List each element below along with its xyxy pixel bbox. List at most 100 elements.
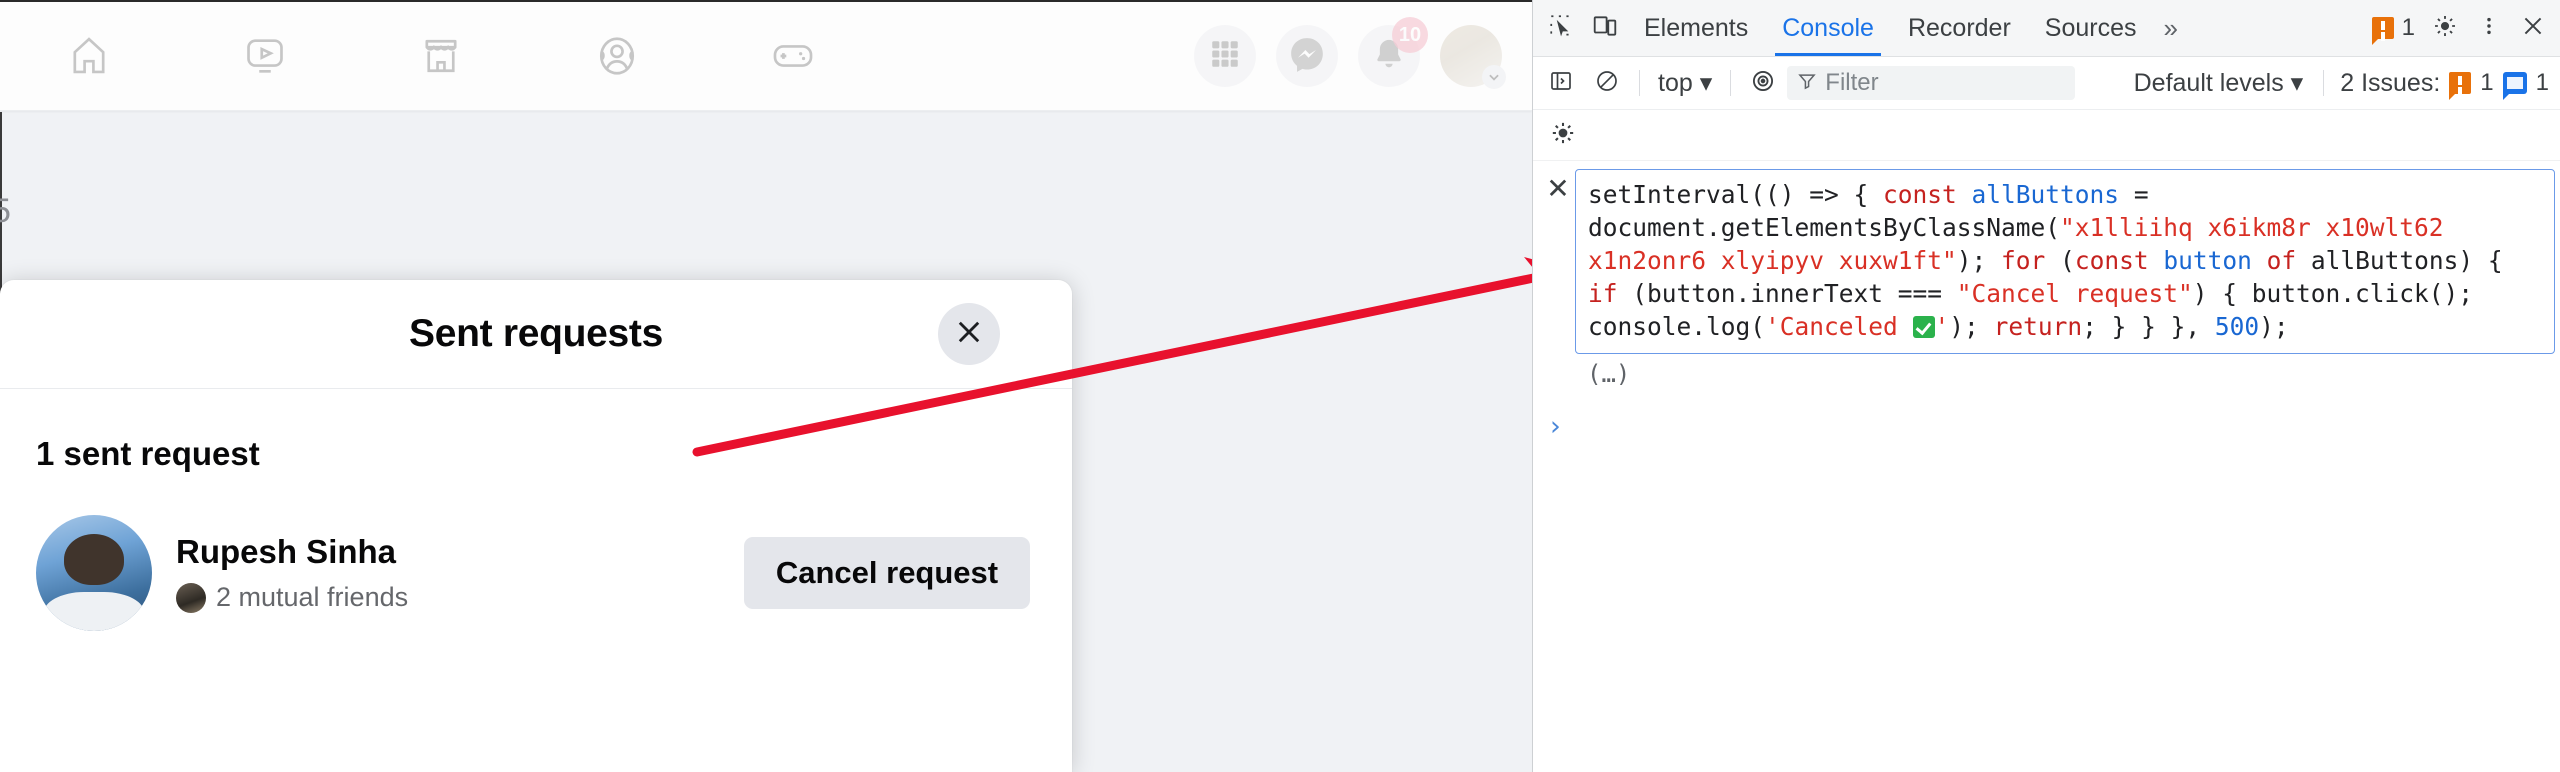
check-mark-emoji [1912, 316, 1935, 338]
settings-gear-icon [1550, 120, 1576, 151]
error-count-value: 1 [2401, 14, 2415, 41]
dialog-header: Sent requests [0, 280, 1072, 389]
code-token: const [1883, 180, 1957, 209]
console-filter-input[interactable]: Filter [1787, 66, 2076, 100]
devtools-more-options-button[interactable] [2467, 6, 2511, 50]
devtools-tabbar: Elements Console Recorder Sources » 1 [1533, 0, 2560, 57]
prompt-chevron-icon: › [1547, 410, 1564, 442]
code-token: ; } } }, [2082, 312, 2215, 341]
code-token: button [2163, 246, 2252, 275]
error-count-indicator[interactable]: 1 [2364, 14, 2423, 45]
code-token: ); [1956, 246, 2002, 275]
device-toolbar-icon [1592, 13, 1618, 44]
code-token: (button.innerText === [1617, 279, 1957, 308]
request-person-name[interactable]: Rupesh Sinha [176, 533, 744, 571]
execution-context-value: top [1658, 69, 1693, 97]
code-token: document.getElementsByClassName( [1588, 213, 2061, 242]
execution-context-selector[interactable]: top ▾ [1650, 68, 1720, 98]
messenger-icon [1288, 35, 1326, 78]
groups-icon [594, 33, 640, 79]
console-prompt-row[interactable]: › [1533, 406, 2560, 446]
mutual-friend-avatar-icon [176, 582, 206, 613]
nav-tab-gaming[interactable] [764, 27, 822, 85]
facebook-top-navigation: 10 [0, 0, 1532, 111]
video-icon [242, 33, 288, 79]
chevron-down-icon: ▾ [2290, 69, 2304, 97]
nav-right-group: 10 [1194, 2, 1512, 110]
inspect-element-button[interactable] [1539, 6, 1583, 50]
eye-icon [1750, 68, 1776, 99]
code-token: allButtons) { [2296, 246, 2518, 275]
chevron-down-icon: ▾ [1699, 69, 1713, 97]
console-settings-button[interactable] [1541, 113, 1585, 157]
toggle-console-sidebar-button[interactable] [1539, 61, 1583, 105]
code-token: allButtons [1971, 180, 2120, 209]
code-token: ); [2259, 312, 2289, 341]
clear-console-button[interactable] [1585, 61, 1629, 105]
devtools-settings-button[interactable] [2423, 6, 2467, 50]
code-token: if [1588, 279, 1618, 308]
devtools-close-button[interactable] [2511, 6, 2555, 50]
tab-console[interactable]: Console [1765, 0, 1891, 56]
sent-requests-dialog: Sent requests 1 sent request Rupesh Sinh… [0, 280, 1072, 772]
console-code-input[interactable]: setInterval(() => { const allButtons = d… [1575, 169, 2555, 354]
tab-elements[interactable]: Elements [1627, 0, 1765, 56]
code-token: 'Canceled [1765, 312, 1913, 341]
nav-tab-marketplace[interactable] [412, 27, 470, 85]
close-icon [2520, 13, 2546, 44]
console-settings-row [1533, 110, 2560, 161]
nav-tab-home[interactable] [60, 27, 118, 85]
code-token: ( [2045, 246, 2075, 275]
autocomplete-hint: (…) [1587, 360, 1631, 388]
sent-request-row: Rupesh Sinha 2 mutual friends Cancel req… [0, 503, 1072, 643]
console-toolbar: top ▾ Filter Default levels ▾ 2 Issues: … [1533, 57, 2560, 110]
code-token: = [2119, 180, 2149, 209]
gaming-icon [770, 33, 816, 79]
devtools-panel: Elements Console Recorder Sources » 1 to… [1532, 0, 2560, 772]
sent-request-count: 1 sent request [36, 435, 260, 472]
avatar[interactable] [36, 515, 152, 631]
dismiss-icon[interactable]: ✕ [1541, 169, 1575, 209]
home-icon [66, 33, 112, 79]
messenger-button[interactable] [1276, 25, 1338, 87]
nav-tab-watch[interactable] [236, 27, 294, 85]
code-token: return [1993, 312, 2083, 341]
device-toolbar-button[interactable] [1583, 6, 1627, 50]
issues-indicator[interactable]: 2 Issues: 1 1 [2334, 68, 2555, 100]
clear-console-icon [1595, 69, 1619, 98]
console-input-wrapper: ✕ setInterval(() => { const allButtons =… [1533, 169, 2560, 354]
log-levels-selector[interactable]: Default levels ▾ [2124, 68, 2314, 98]
toolbar-divider [1639, 70, 1640, 96]
tab-recorder[interactable]: Recorder [1891, 0, 2028, 56]
tab-sources[interactable]: Sources [2028, 0, 2154, 56]
cancel-request-button[interactable]: Cancel request [744, 537, 1030, 609]
code-token: setInterval(() => { [1588, 180, 1884, 209]
toolbar-divider [1730, 70, 1732, 96]
marketplace-icon [418, 33, 464, 79]
code-token: ); [1949, 312, 1994, 341]
notification-badge: 10 [1392, 17, 1428, 53]
inspect-icon [1548, 13, 1574, 44]
settings-gear-icon [2432, 13, 2458, 44]
issue-error-count: 1 [2480, 69, 2494, 96]
error-flag-icon [2371, 17, 2394, 45]
code-token: for [2001, 246, 2046, 275]
more-tabs-button[interactable]: » [2154, 13, 2188, 44]
nav-tab-groups[interactable] [588, 27, 646, 85]
issues-label: 2 Issues: [2340, 68, 2441, 97]
live-expression-button[interactable] [1741, 61, 1785, 105]
grid-menu-button[interactable] [1194, 25, 1256, 87]
account-avatar-button[interactable] [1440, 25, 1506, 89]
kebab-menu-icon [2478, 15, 2500, 42]
code-token: ' [1934, 312, 1950, 341]
code-token: of [2266, 246, 2297, 275]
log-levels-value: Default levels [2133, 69, 2284, 97]
notifications-button[interactable]: 10 [1358, 17, 1428, 87]
close-dialog-button[interactable] [938, 303, 1000, 365]
close-icon [952, 315, 986, 354]
nav-tab-group [60, 2, 822, 110]
request-info: Rupesh Sinha 2 mutual friends [176, 533, 744, 614]
filter-funnel-icon [1797, 71, 1817, 96]
